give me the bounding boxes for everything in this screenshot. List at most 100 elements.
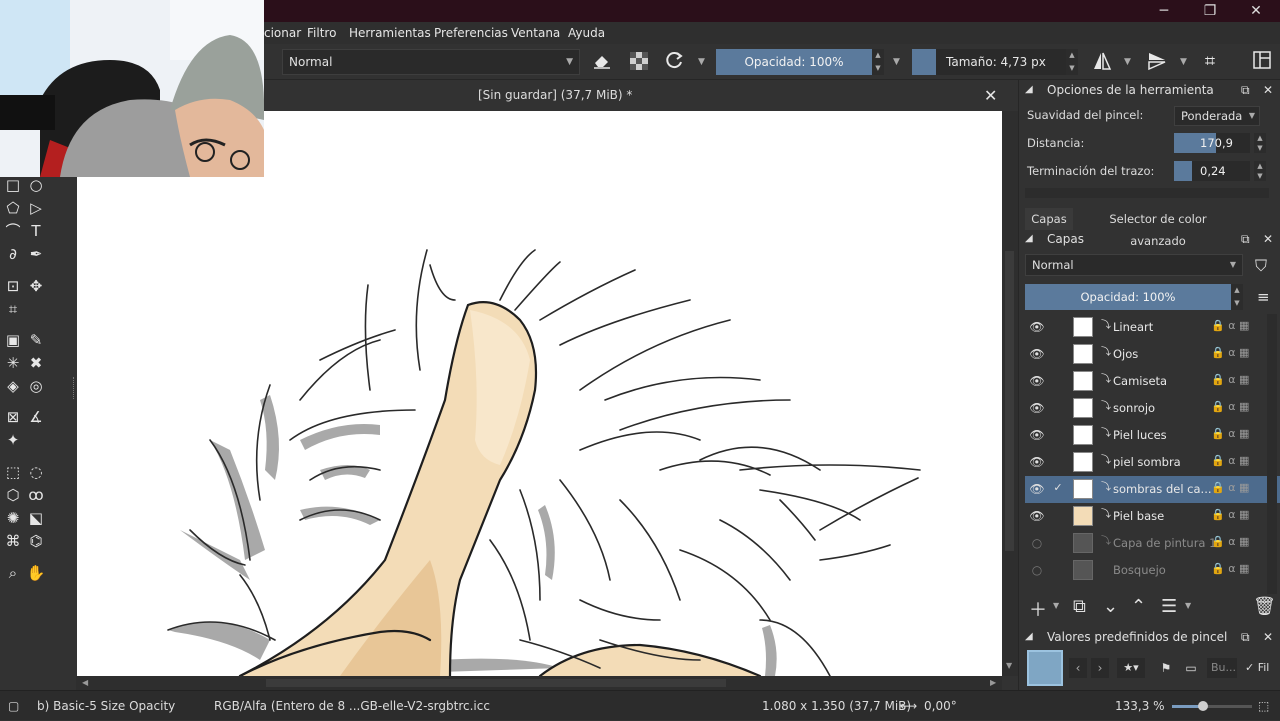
layer-row[interactable]: 👁 ⤵ Ojos 🔒 α ▦	[1025, 341, 1280, 368]
menu-herramientas[interactable]: Herramientas	[349, 22, 431, 44]
layer-row[interactable]: 👁 ⤵ Camiseta 🔒 α ▦	[1025, 368, 1280, 395]
zoom-slider[interactable]	[1172, 701, 1252, 711]
assistant-grid-icon[interactable]: ⊠	[2, 406, 24, 428]
smart-patch-icon[interactable]: ✳	[2, 352, 24, 374]
collapse-arrow-icon[interactable]: ◢	[1025, 229, 1033, 249]
maximize-button[interactable]: ❐	[1187, 0, 1233, 22]
polyline-tool-icon[interactable]: ▷	[25, 197, 47, 219]
scroll-left-arrow[interactable]: ◀	[82, 678, 88, 687]
distance-slider[interactable]: 170,9	[1174, 133, 1250, 153]
menu-icon[interactable]: ≡	[1257, 288, 1270, 306]
ellipse-select-icon[interactable]: ◌	[25, 461, 47, 483]
filter-icon[interactable]: ⛉	[1255, 256, 1267, 276]
smoothing-select[interactable]: Ponderada ▼	[1174, 106, 1260, 126]
layer-name[interactable]: Capa de pintura 1	[1113, 530, 1223, 557]
layer-row[interactable]: 👁 ⤵ Piel base 🔒 α ▦	[1025, 503, 1280, 530]
layer-name[interactable]: Ojos	[1113, 341, 1223, 368]
rotation-value[interactable]: 0,00°	[924, 691, 957, 721]
mirror-vertical-icon[interactable]	[1145, 50, 1169, 74]
layer-name[interactable]: piel sombra	[1113, 449, 1223, 476]
eye-icon[interactable]: 👁	[1029, 508, 1045, 524]
magnetic-select-icon[interactable]: ⌬	[25, 530, 47, 552]
layer-row[interactable]: 👁 ⤵ Lineart 🔒 α ▦	[1025, 314, 1280, 341]
blend-mode-select[interactable]: Normal ▼	[282, 49, 580, 75]
layer-opacity-slider[interactable]: Opacidad: 100%	[1025, 284, 1231, 310]
horizontal-scrollbar[interactable]: ◀ ▶	[76, 676, 1002, 690]
eye-icon[interactable]: 👁	[1029, 454, 1045, 470]
prev-preset-button[interactable]: ‹	[1069, 658, 1087, 678]
freehand-path-icon[interactable]: ∂	[2, 243, 24, 265]
distance-spin-arrows[interactable]: ▲ ▼	[1254, 133, 1266, 153]
menu-preferencias[interactable]: Preferencias	[434, 22, 508, 44]
close-window-button[interactable]: ✕	[1233, 0, 1279, 22]
stroke-ending-slider[interactable]: 0,24	[1174, 161, 1250, 181]
move-down-icon[interactable]: ⌄	[1103, 596, 1118, 617]
stroke-ending-spin-arrows[interactable]: ▲ ▼	[1254, 161, 1266, 181]
tab-color-selector[interactable]: Selector de color avanzado	[1081, 208, 1235, 248]
close-docker-icon[interactable]: ✕	[1263, 80, 1273, 100]
eye-icon[interactable]: 👁	[1029, 481, 1045, 497]
zoom-tool-icon[interactable]: ⌕	[2, 562, 24, 584]
close-docker-icon[interactable]: ✕	[1263, 229, 1273, 249]
layer-name[interactable]: Lineart	[1113, 314, 1223, 341]
eraser-icon[interactable]	[590, 50, 614, 74]
float-docker-icon[interactable]: ⧉	[1241, 80, 1250, 100]
size-slider-fill[interactable]	[912, 49, 936, 75]
float-docker-icon[interactable]: ⧉	[1241, 627, 1250, 647]
tab-capas[interactable]: Capas	[1025, 208, 1073, 230]
layer-row-active[interactable]: 👁 ✓ ⤵ sombras del ca... 🔒 α ▦	[1025, 476, 1280, 503]
collapse-arrow-icon[interactable]: ◢	[1025, 627, 1033, 647]
eye-icon[interactable]: 👁	[1029, 427, 1045, 443]
checkmark-icon[interactable]: ✓	[1051, 481, 1065, 495]
vertical-scrollbar[interactable]: ▼	[1002, 111, 1018, 676]
menu-ventana[interactable]: Ventana	[511, 22, 560, 44]
fullscreen-icon[interactable]: ⬚	[1258, 691, 1269, 721]
drawing-canvas[interactable]	[77, 111, 1002, 676]
layer-row[interactable]: 👁 ⤵ sonrojo 🔒 α ▦	[1025, 395, 1280, 422]
toolbox-splitter[interactable]	[73, 377, 76, 399]
bookmark-icon[interactable]: ⚑	[1153, 658, 1179, 678]
crop-tool-icon[interactable]: ⌗	[2, 298, 24, 320]
layer-row[interactable]: ○ ⤵ Capa de pintura 1 🔒 α ▦	[1025, 530, 1280, 557]
layer-name[interactable]: Bosquejo	[1113, 557, 1223, 584]
tool-options-scrollbar[interactable]	[1025, 188, 1269, 198]
fill-tool-icon[interactable]: ◈	[2, 375, 24, 397]
bezier-tool-icon[interactable]: ⌒	[2, 220, 24, 242]
chevron-down-icon[interactable]: ▼	[1185, 601, 1191, 610]
size-slider[interactable]: Tamaño: 4,73 px	[936, 49, 1066, 75]
horizontal-scroll-thumb[interactable]	[266, 679, 726, 687]
close-document-button[interactable]: ✕	[984, 86, 997, 105]
reference-pin-icon[interactable]: ✦	[2, 429, 24, 451]
freehand-select-icon[interactable]: ꝏ	[25, 484, 47, 506]
move-tool-icon[interactable]: ✥	[25, 275, 47, 297]
eye-closed-icon[interactable]: ○	[1029, 562, 1045, 578]
bezier-select-icon[interactable]: ⌘	[2, 530, 24, 552]
magic-wand-icon[interactable]: ✺	[2, 507, 24, 529]
float-docker-icon[interactable]: ⧉	[1241, 229, 1250, 249]
chevron-down-icon[interactable]: ▼	[698, 57, 705, 67]
collapse-arrow-icon[interactable]: ◢	[1025, 80, 1033, 100]
enclose-fill-icon[interactable]: ◎	[25, 375, 47, 397]
calligraphy-icon[interactable]: ✒	[25, 243, 47, 265]
layer-name[interactable]: Piel base	[1113, 503, 1223, 530]
chevron-down-icon[interactable]: ▼	[893, 57, 900, 67]
zoom-slider-handle[interactable]	[1198, 701, 1208, 711]
rectangle-tool-icon[interactable]: □	[2, 174, 24, 196]
menu-seleccionar[interactable]: cionar	[264, 22, 301, 44]
duplicate-layer-icon[interactable]: ⧉	[1073, 596, 1086, 617]
save-preset-icon[interactable]: ▭	[1181, 658, 1201, 678]
document-title[interactable]: [Sin guardar] (37,7 MiB) *	[478, 80, 632, 110]
alpha-lock-icon[interactable]	[627, 50, 651, 74]
eye-icon[interactable]: 👁	[1029, 373, 1045, 389]
layer-name[interactable]: Piel luces	[1113, 422, 1223, 449]
assistant-tool-icon[interactable]: ✖	[25, 352, 47, 374]
chevron-down-icon[interactable]: ▼	[1124, 57, 1131, 67]
measure-tool-icon[interactable]: ∡	[25, 406, 47, 428]
polygon-select-icon[interactable]: ⬡	[2, 484, 24, 506]
move-up-icon[interactable]: ⌃	[1131, 596, 1146, 617]
brush-preset-thumbnail[interactable]	[1027, 650, 1063, 686]
layer-blend-select[interactable]: Normal ▼	[1025, 254, 1243, 276]
eye-icon[interactable]: 👁	[1029, 400, 1045, 416]
menu-ayuda[interactable]: Ayuda	[568, 22, 605, 44]
wrap-around-icon[interactable]: ⌗	[1198, 50, 1222, 74]
